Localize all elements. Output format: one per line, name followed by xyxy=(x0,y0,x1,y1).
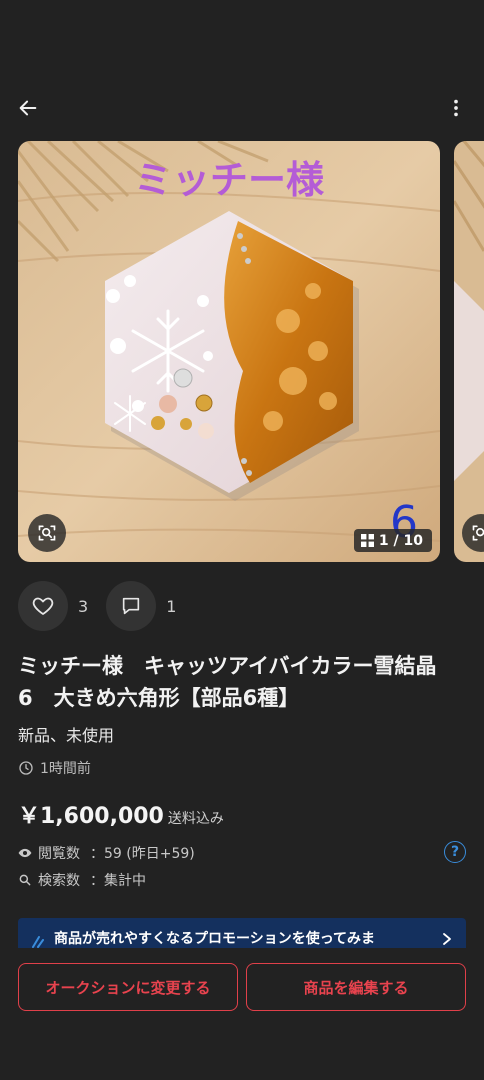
eye-icon xyxy=(18,848,32,858)
promotion-text: 商品が売れやすくなるプロモーションを使ってみま xyxy=(54,931,376,947)
bottom-action-bar: オークションに変更する 商品を編集する xyxy=(0,948,484,1080)
top-bar xyxy=(0,88,484,130)
image-search-icon xyxy=(38,525,56,541)
shipping-label: 送料込み xyxy=(167,811,224,827)
views-label: 閲覧数 xyxy=(38,846,80,862)
image-search-button[interactable] xyxy=(28,514,66,552)
item-condition: 新品、未使用 xyxy=(18,726,115,745)
next-product-photo[interactable] xyxy=(454,141,484,562)
comment-icon xyxy=(123,597,140,615)
posted-time-text: 1時間前 xyxy=(40,761,91,777)
comment-button[interactable] xyxy=(106,581,157,631)
product-photo-image: ミッチー様 xyxy=(18,141,440,562)
searches-value: ：集計中 xyxy=(90,873,146,889)
like-button[interactable] xyxy=(18,581,68,631)
searches-label: 検索数 xyxy=(38,873,80,889)
views-value: ：59 (昨日+59) xyxy=(90,846,195,862)
like-count: 3 xyxy=(78,596,89,616)
megaphone-icon xyxy=(32,936,44,948)
back-button[interactable] xyxy=(10,90,46,126)
price-row: ￥1,600,000 送料込み xyxy=(18,798,224,830)
more-vertical-icon xyxy=(454,99,458,117)
chevron-right-icon xyxy=(443,933,451,945)
comment-count: 1 xyxy=(166,596,177,616)
searches-stat: 検索数 ：集計中 xyxy=(18,870,146,890)
next-photo-image xyxy=(454,141,484,562)
promotion-banner[interactable]: 商品が売れやすくなるプロモーションを使ってみま xyxy=(18,918,466,948)
heart-icon xyxy=(32,597,54,615)
item-price: ￥1,600,000 xyxy=(18,804,164,829)
photo-caption-text: ミッチー様 xyxy=(134,158,325,202)
item-detail-screen: ミッチー様 6 1 / 10 3 1 ミッチー様 キャッツアイバイカラー雪結晶 … xyxy=(0,0,484,1080)
clock-icon xyxy=(19,761,33,775)
product-photo[interactable]: ミッチー様 6 1 / 10 xyxy=(18,141,440,562)
item-title: ミッチー様 キャッツアイバイカラー雪結晶 6 大きめ六角形【部品6種】 xyxy=(18,654,458,710)
edit-item-button[interactable]: 商品を編集する xyxy=(246,963,466,1011)
grid-icon xyxy=(360,534,374,547)
image-search-icon xyxy=(472,525,484,541)
views-stat: 閲覧数 ：59 (昨日+59) xyxy=(18,843,195,863)
engagement-actions: 3 1 xyxy=(18,581,194,631)
photo-counter-text: 1 / 10 xyxy=(378,532,423,549)
arrow-left-icon xyxy=(19,100,37,116)
posted-time: 1時間前 xyxy=(18,758,91,778)
help-button[interactable]: ? xyxy=(444,841,466,863)
more-options-button[interactable] xyxy=(438,90,474,126)
search-icon xyxy=(19,874,31,886)
photo-counter: 1 / 10 xyxy=(353,529,432,552)
photo-carousel[interactable]: ミッチー様 6 1 / 10 xyxy=(18,141,484,562)
change-to-auction-button[interactable]: オークションに変更する xyxy=(18,963,238,1011)
